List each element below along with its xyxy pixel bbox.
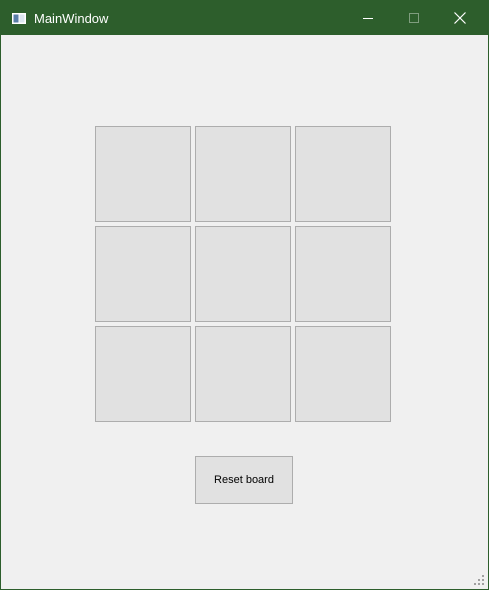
reset-board-button[interactable]: Reset board: [195, 456, 293, 504]
board-cell-2[interactable]: [195, 126, 291, 222]
title-bar[interactable]: MainWindow: [1, 1, 488, 35]
main-window: MainWindow Reset board: [0, 0, 489, 590]
maximize-button[interactable]: [391, 1, 437, 35]
board-cell-3[interactable]: [295, 126, 391, 222]
board-cell-4[interactable]: [95, 226, 191, 322]
board-cell-6[interactable]: [295, 226, 391, 322]
close-icon: [454, 12, 466, 24]
minimize-icon: [363, 18, 373, 19]
board-cell-8[interactable]: [195, 326, 291, 422]
maximize-icon: [409, 13, 419, 23]
close-button[interactable]: [437, 1, 483, 35]
board-cell-7[interactable]: [95, 326, 191, 422]
board-cell-5[interactable]: [195, 226, 291, 322]
board-cell-9[interactable]: [295, 326, 391, 422]
minimize-button[interactable]: [345, 1, 391, 35]
board-cell-1[interactable]: [95, 126, 191, 222]
window-title: MainWindow: [34, 11, 109, 26]
app-icon: [12, 13, 26, 24]
client-area: Reset board: [1, 35, 488, 589]
resize-grip-icon[interactable]: [474, 575, 484, 585]
